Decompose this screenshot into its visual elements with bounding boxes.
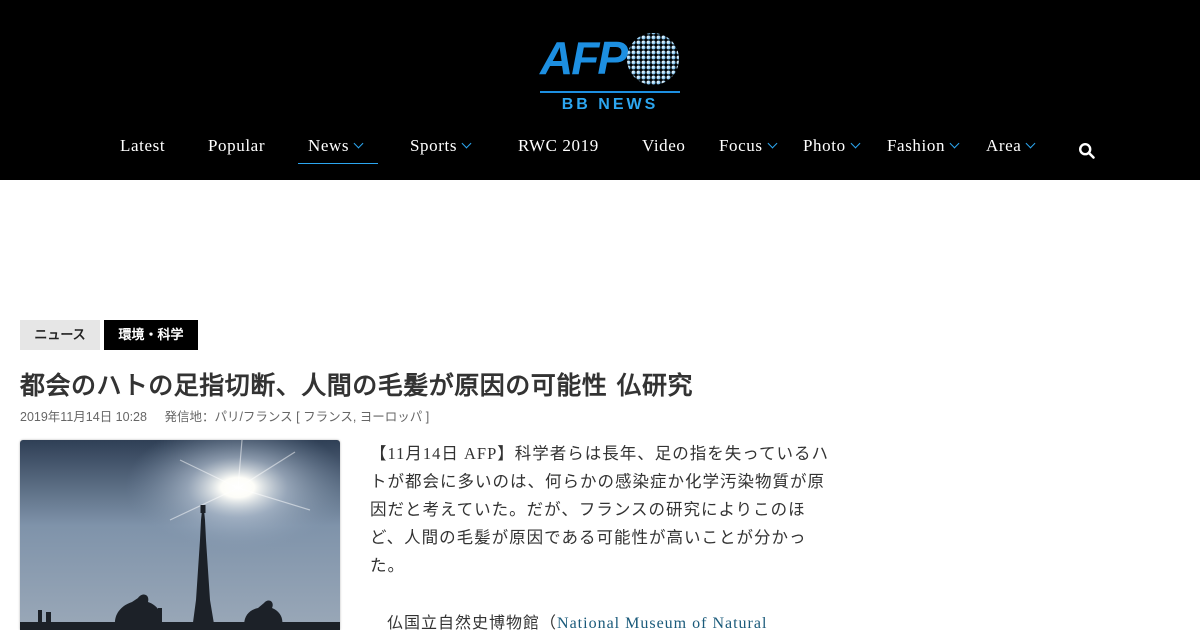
article-date: 2019年11月14日 10:28 bbox=[20, 410, 147, 424]
body-line: トが都会に多いのは、何らかの感染症か化学汚染物質が原 bbox=[370, 472, 825, 491]
body-line: た。 bbox=[370, 556, 405, 575]
chevron-down-icon bbox=[949, 138, 960, 149]
globe-icon bbox=[627, 33, 679, 85]
logo-rule bbox=[540, 91, 680, 93]
nav-item-area[interactable]: Area bbox=[986, 136, 1036, 164]
nav-label: Video bbox=[642, 136, 686, 155]
tag-news[interactable]: ニュース bbox=[20, 320, 100, 350]
nav-item-focus[interactable]: Focus bbox=[719, 136, 778, 164]
nav-label: Focus bbox=[719, 136, 763, 155]
nav-item-video[interactable]: Video bbox=[642, 136, 686, 164]
tag-environment-science[interactable]: 環境・科学 bbox=[104, 320, 198, 350]
nav-item-photo[interactable]: Photo bbox=[803, 136, 861, 164]
nav-item-rwc-2019[interactable]: RWC 2019 bbox=[518, 136, 599, 164]
body-line: 因だと考えていた。だが、フランスの研究によりこのほ bbox=[370, 500, 806, 519]
para2-text: 仏国立自然史博物館（ bbox=[387, 615, 558, 630]
body-line: ど、人間の毛髪が原因である可能性が高いことが分かっ bbox=[370, 528, 807, 547]
nav-label: Fashion bbox=[887, 136, 946, 155]
article-body: 【11月14日 AFP】科学者らは長年、足の指を失っているハ トが都会に多いのは… bbox=[370, 440, 830, 580]
chevron-down-icon bbox=[850, 138, 861, 149]
chevron-down-icon bbox=[353, 138, 364, 149]
chevron-down-icon bbox=[767, 138, 778, 149]
nav-label: Sports bbox=[410, 136, 458, 155]
nav-item-popular[interactable]: Popular bbox=[208, 136, 265, 164]
nav-label: RWC 2019 bbox=[518, 136, 599, 155]
afp-bb-news-logo[interactable]: AFP BB NEWS bbox=[538, 28, 682, 118]
article-photo[interactable] bbox=[20, 440, 340, 630]
chevron-down-icon bbox=[461, 138, 472, 149]
article-headline: 都会のハトの足指切断、人間の毛髪が原因の可能性 仏研究 bbox=[20, 371, 693, 400]
article-location: 発信地：パリ/フランス [ フランス, ヨーロッパ ] bbox=[164, 410, 430, 424]
logo-brand-text: AFP bbox=[540, 32, 628, 84]
eiffel-tower-pigeons-image bbox=[20, 440, 340, 630]
article-paragraph-2: 仏国立自然史博物館（National Museum of Natural bbox=[387, 610, 767, 630]
nav-item-sports[interactable]: Sports bbox=[410, 136, 472, 164]
logo-subtitle: BB NEWS bbox=[561, 96, 659, 113]
museum-link[interactable]: National Museum of Natural bbox=[557, 615, 767, 630]
nav-label: Latest bbox=[120, 136, 166, 155]
main-nav: Latest Popular News Sports RWC 2019 Vide… bbox=[0, 136, 1200, 166]
nav-label: News bbox=[308, 136, 350, 155]
nav-label: Area bbox=[986, 136, 1022, 155]
site-header: AFP BB NEWS Latest Popular News Sports R… bbox=[0, 0, 1200, 180]
nav-label: Popular bbox=[208, 136, 266, 155]
nav-label: Photo bbox=[803, 136, 846, 155]
search-icon[interactable] bbox=[1078, 142, 1096, 160]
nav-item-fashion[interactable]: Fashion bbox=[887, 136, 960, 164]
body-line: 【11月14日 AFP】科学者らは長年、足の指を失っているハ bbox=[370, 444, 829, 463]
nav-item-latest[interactable]: Latest bbox=[120, 136, 165, 164]
nav-item-news[interactable]: News bbox=[298, 136, 378, 164]
article-meta: 2019年11月14日 10:28 発信地：パリ/フランス [ フランス, ヨー… bbox=[20, 406, 429, 425]
chevron-down-icon bbox=[1025, 138, 1036, 149]
